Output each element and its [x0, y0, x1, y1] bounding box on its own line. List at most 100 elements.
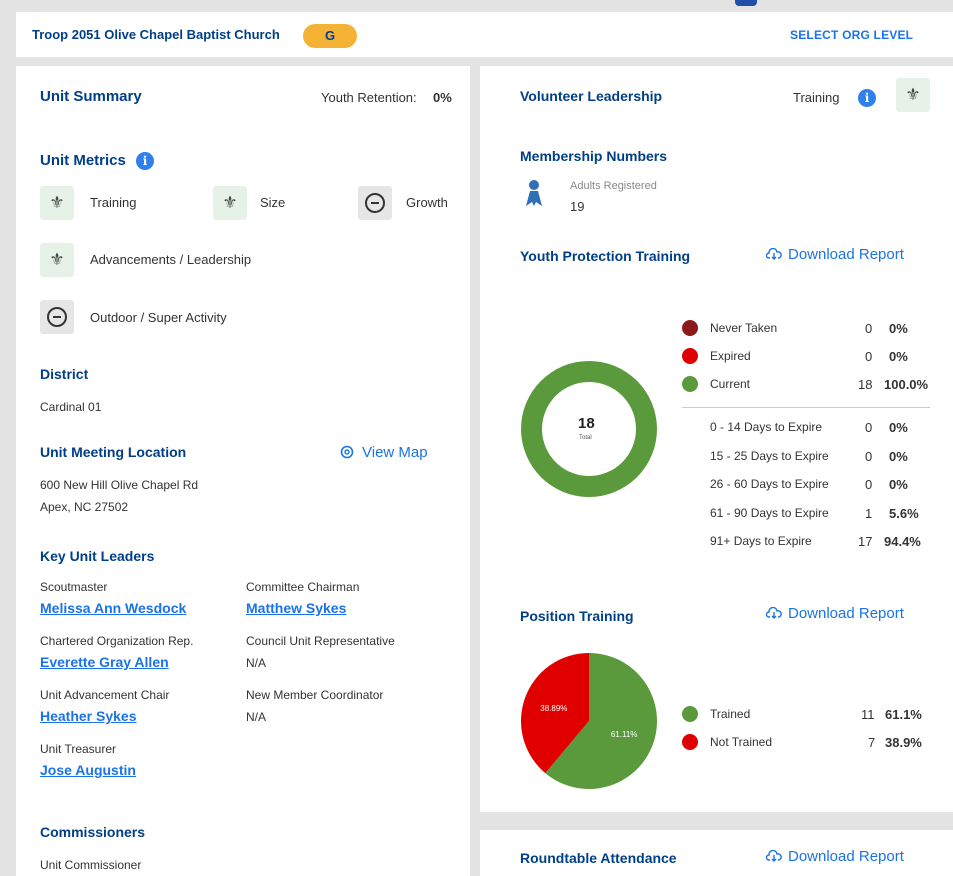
expire-label: 91+ Days to Expire: [710, 534, 812, 548]
leader-name: N/A: [246, 710, 267, 724]
fleur-de-lis-icon: ⚜: [40, 243, 74, 277]
legend-divider: [682, 407, 930, 408]
legend-percent: 100.0%: [884, 377, 929, 392]
expire-label: 0 - 14 Days to Expire: [710, 420, 823, 434]
adults-registered-label: Adults Registered: [570, 180, 657, 192]
leader-role: Unit Treasurer: [40, 742, 117, 756]
district-title: District: [40, 366, 89, 382]
donut-total-value: 18: [578, 415, 595, 432]
legend-label: Expired: [710, 349, 751, 363]
org-header-bar: Troop 2051 Olive Chapel Baptist Church G…: [16, 12, 953, 58]
expire-label: 61 - 90 Days to Expire: [710, 506, 829, 520]
address-line-2: Apex, NC 27502: [40, 500, 129, 514]
download-report-label: Download Report: [788, 246, 904, 263]
person-silhouette-icon: [526, 180, 542, 206]
legend-label: Current: [710, 377, 751, 391]
legend-label: Trained: [710, 707, 751, 721]
fleur-de-lis-icon: ⚜: [896, 78, 930, 112]
minus-circle-icon: [358, 186, 392, 220]
pie-slice-label: 38.89%: [540, 704, 567, 713]
leader-name-link[interactable]: Jose Augustin: [40, 762, 136, 778]
cloud-download-icon: [765, 606, 782, 619]
expire-count: 0: [865, 420, 873, 435]
legend-label: Not Trained: [710, 735, 773, 749]
legend-count: 0: [865, 349, 873, 364]
org-name: Troop 2051 Olive Chapel Baptist Church: [32, 27, 280, 42]
legend-swatch: [682, 348, 698, 364]
legend-percent: 61.1%: [885, 707, 922, 722]
legend-swatch: [682, 320, 698, 336]
unit-summary-title: Unit Summary: [40, 88, 142, 105]
org-level-badge: G: [303, 24, 357, 48]
legend-percent: 0%: [889, 349, 908, 364]
leader-name: N/A: [246, 656, 267, 670]
info-icon[interactable]: i: [858, 89, 876, 107]
position-download-report-link[interactable]: Download Report: [765, 605, 904, 622]
expire-count: 17: [858, 534, 873, 549]
info-icon[interactable]: i: [136, 152, 154, 170]
district-value: Cardinal 01: [40, 400, 102, 414]
meeting-location-title: Unit Meeting Location: [40, 444, 187, 460]
legend-percent: 0%: [889, 321, 908, 336]
ypt-title: Youth Protection Training: [520, 248, 691, 264]
download-report-label: Download Report: [788, 605, 904, 622]
pie-slice-label: 61.11%: [611, 730, 638, 739]
volunteer-leadership-title: Volunteer Leadership: [520, 88, 663, 104]
leader-role: Committee Chairman: [246, 580, 360, 594]
ypt-download-report-link[interactable]: Download Report: [765, 246, 904, 263]
metric-advancements-label: Advancements / Leadership: [90, 252, 252, 267]
youth-retention-label: Youth Retention:: [321, 90, 417, 105]
expire-percent: 94.4%: [884, 534, 921, 549]
legend-count: 0: [865, 321, 873, 336]
leader-name-link[interactable]: Everette Gray Allen: [40, 654, 169, 670]
select-org-level-button[interactable]: SELECT ORG LEVEL: [790, 28, 913, 42]
address-line-1: 600 New Hill Olive Chapel Rd: [40, 478, 199, 492]
commissioners-title: Commissioners: [40, 824, 146, 840]
cloud-download-icon: [765, 849, 782, 862]
legend-swatch: [682, 734, 698, 750]
position-training-title: Position Training: [520, 608, 634, 624]
expire-percent: 0%: [889, 449, 908, 464]
metric-size-label: Size: [260, 195, 286, 210]
leader-role: Unit Advancement Chair: [40, 688, 170, 702]
expire-percent: 5.6%: [889, 506, 919, 521]
unit-summary-card: Unit Summary Youth Retention: 0% Unit Me…: [16, 66, 470, 876]
expire-count: 1: [865, 506, 873, 521]
minus-circle-icon: [40, 300, 74, 334]
roundtable-attendance-card: Roundtable Attendance Download Report: [480, 830, 953, 876]
legend-count: 7: [868, 735, 876, 750]
commissioner-role: Unit Commissioner: [40, 858, 142, 872]
legend-label: Never Taken: [710, 321, 778, 335]
cloud-download-icon: [765, 247, 782, 260]
expire-label: 26 - 60 Days to Expire: [710, 477, 829, 491]
leader-name-link[interactable]: Heather Sykes: [40, 708, 137, 724]
roundtable-download-report-link[interactable]: Download Report: [765, 848, 904, 865]
leader-name-link[interactable]: Matthew Sykes: [246, 600, 346, 616]
adults-registered-value: 19: [570, 199, 585, 214]
expire-percent: 0%: [889, 420, 908, 435]
metric-training-label: Training: [90, 195, 137, 210]
metric-growth-label: Growth: [406, 195, 448, 210]
fleur-de-lis-icon: ⚜: [213, 186, 247, 220]
leader-role: Scoutmaster: [40, 580, 108, 594]
metric-outdoor-label: Outdoor / Super Activity: [90, 310, 227, 325]
expire-percent: 0%: [889, 477, 908, 492]
legend-count: 18: [858, 377, 873, 392]
download-report-label: Download Report: [788, 848, 904, 865]
view-map-link[interactable]: View Map: [340, 444, 428, 461]
expire-label: 15 - 25 Days to Expire: [710, 449, 829, 463]
legend-swatch: [682, 706, 698, 722]
fleur-de-lis-icon: ⚜: [40, 186, 74, 220]
leader-role: Council Unit Representative: [246, 634, 395, 648]
roundtable-title: Roundtable Attendance: [520, 850, 677, 866]
position-training-pie-chart: 61.11% 38.89%: [521, 653, 657, 789]
expire-count: 0: [865, 449, 873, 464]
legend-count: 11: [861, 707, 875, 722]
leader-name-link[interactable]: Melissa Ann Wesdock: [40, 600, 186, 616]
youth-retention-value: 0%: [433, 90, 452, 105]
unit-metrics-title: Unit Metrics: [40, 152, 126, 169]
location-pin-icon: [340, 445, 354, 459]
volunteer-leadership-card: Volunteer Leadership Training i ⚜ Member…: [480, 66, 953, 812]
legend-swatch: [682, 376, 698, 392]
expire-count: 0: [865, 477, 873, 492]
